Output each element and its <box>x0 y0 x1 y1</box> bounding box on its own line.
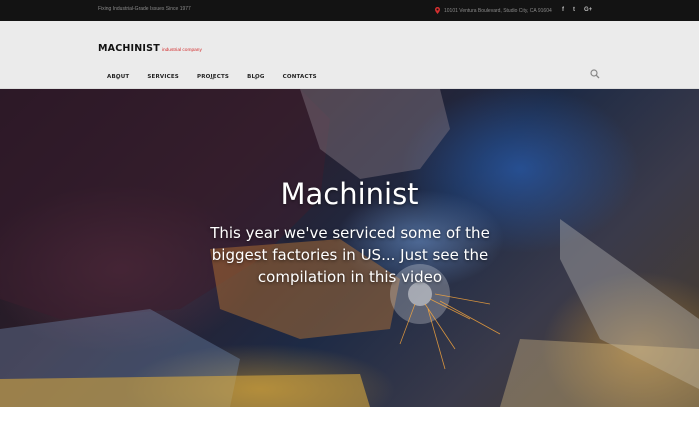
logo-subtitle: industrial company <box>161 48 202 53</box>
map-pin-icon <box>435 7 440 14</box>
google-plus-icon[interactable]: G+ <box>584 4 592 16</box>
social-links: f t G+ <box>562 4 592 16</box>
main-nav: ABOUT SERVICES PROJECTS BLOG CONTACTS <box>98 65 326 83</box>
top-bar: Fixing Industrial-Grade Issues Since 197… <box>0 0 699 21</box>
chevron-down-icon <box>115 76 121 80</box>
hero-title: Machinist <box>280 177 419 211</box>
nav-item-label: SERVICES <box>147 74 179 80</box>
site-header: MACHINIST industrial company ABOUT SERVIC… <box>0 21 699 89</box>
nav-item-contacts[interactable]: CONTACTS <box>274 65 326 83</box>
twitter-icon[interactable]: t <box>573 4 575 16</box>
logo-brand: MACHINIST <box>98 43 160 54</box>
nav-item-projects[interactable]: PROJECTS <box>188 65 238 83</box>
nav-item-about[interactable]: ABOUT <box>98 65 138 83</box>
logo[interactable]: MACHINIST industrial company <box>98 38 202 56</box>
hero-subtitle: This year we've serviced some of the big… <box>210 224 490 286</box>
facebook-icon[interactable]: f <box>562 4 564 16</box>
tagline: Fixing Industrial-Grade Issues Since 197… <box>98 6 191 12</box>
hero-banner: Machinist This year we've serviced some … <box>0 89 699 407</box>
address-text: 10101 Ventura Boulevard, Studio City, CA… <box>444 7 552 14</box>
page-content-area <box>0 407 699 438</box>
nav-item-label: CONTACTS <box>282 74 317 80</box>
nav-item-blog[interactable]: BLOG <box>238 65 274 83</box>
search-icon[interactable] <box>590 69 600 79</box>
chevron-down-icon <box>210 76 216 80</box>
nav-item-services[interactable]: SERVICES <box>138 65 188 83</box>
address: 10101 Ventura Boulevard, Studio City, CA… <box>435 6 552 15</box>
chevron-down-icon <box>253 76 259 80</box>
